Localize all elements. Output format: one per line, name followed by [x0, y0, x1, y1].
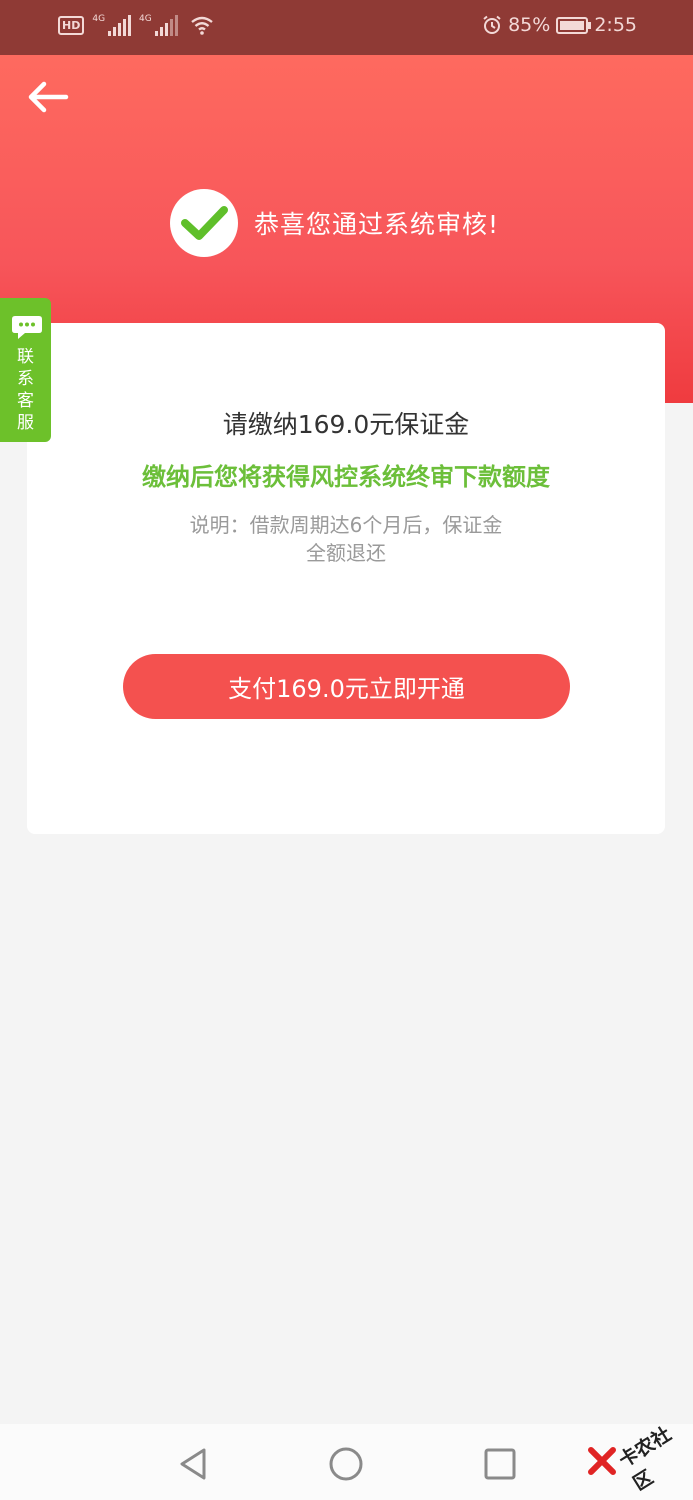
service-label-char: 客: [17, 391, 34, 411]
signal-icon-sim2: 4G: [139, 14, 178, 36]
deposit-subtitle: 缴纳后您将获得风控系统终审下款额度: [142, 463, 550, 491]
contact-service-tab[interactable]: 联 系 客 服: [0, 298, 51, 442]
watermark: 卡农社区: [585, 1408, 685, 1495]
status-bar-right: 85% 2:55: [482, 14, 637, 36]
nav-recents-icon[interactable]: [480, 1444, 520, 1484]
service-label-char: 系: [17, 369, 34, 389]
status-bar-left: HD 4G 4G: [58, 14, 214, 36]
hd-badge: HD: [58, 15, 85, 35]
deposit-title: 请缴纳169.0元保证金: [222, 410, 470, 439]
deposit-note: 说明：借款周期达6个月后，保证金 全额退还: [157, 511, 535, 567]
chat-bubble-icon: [12, 316, 42, 339]
nav-home-icon[interactable]: [326, 1444, 366, 1484]
deposit-note-line2: 全额退还: [306, 541, 386, 565]
back-arrow-icon[interactable]: [26, 80, 70, 114]
check-circle-icon: [170, 189, 238, 257]
status-bar: HD 4G 4G 85% 2:55: [0, 0, 693, 55]
alarm-icon: [483, 15, 501, 34]
service-label-char: 联: [17, 347, 34, 367]
clock: 2:55: [594, 14, 637, 36]
network-type-label: 4G: [92, 14, 106, 24]
battery-percent: 85%: [508, 14, 551, 36]
service-label-char: 服: [17, 413, 34, 433]
approval-success-text: 恭喜您通过系统审核!: [254, 210, 500, 239]
pay-button[interactable]: 支付169.0元立即开通: [123, 654, 570, 719]
wifi-icon: [191, 16, 213, 35]
battery-icon: [556, 16, 592, 34]
deposit-card: 请缴纳169.0元保证金 缴纳后您将获得风控系统终审下款额度 说明：借款周期达6…: [27, 323, 665, 834]
approval-success-row: 恭喜您通过系统审核!: [170, 189, 499, 257]
nav-back-icon[interactable]: [174, 1444, 214, 1484]
contact-service-label: 联 系 客 服: [0, 346, 51, 434]
signal-icon-sim1: 4G: [92, 14, 132, 36]
deposit-note-line1: 说明：借款周期达6个月后，保证金: [189, 513, 503, 537]
network-type-label: 4G: [139, 14, 152, 24]
